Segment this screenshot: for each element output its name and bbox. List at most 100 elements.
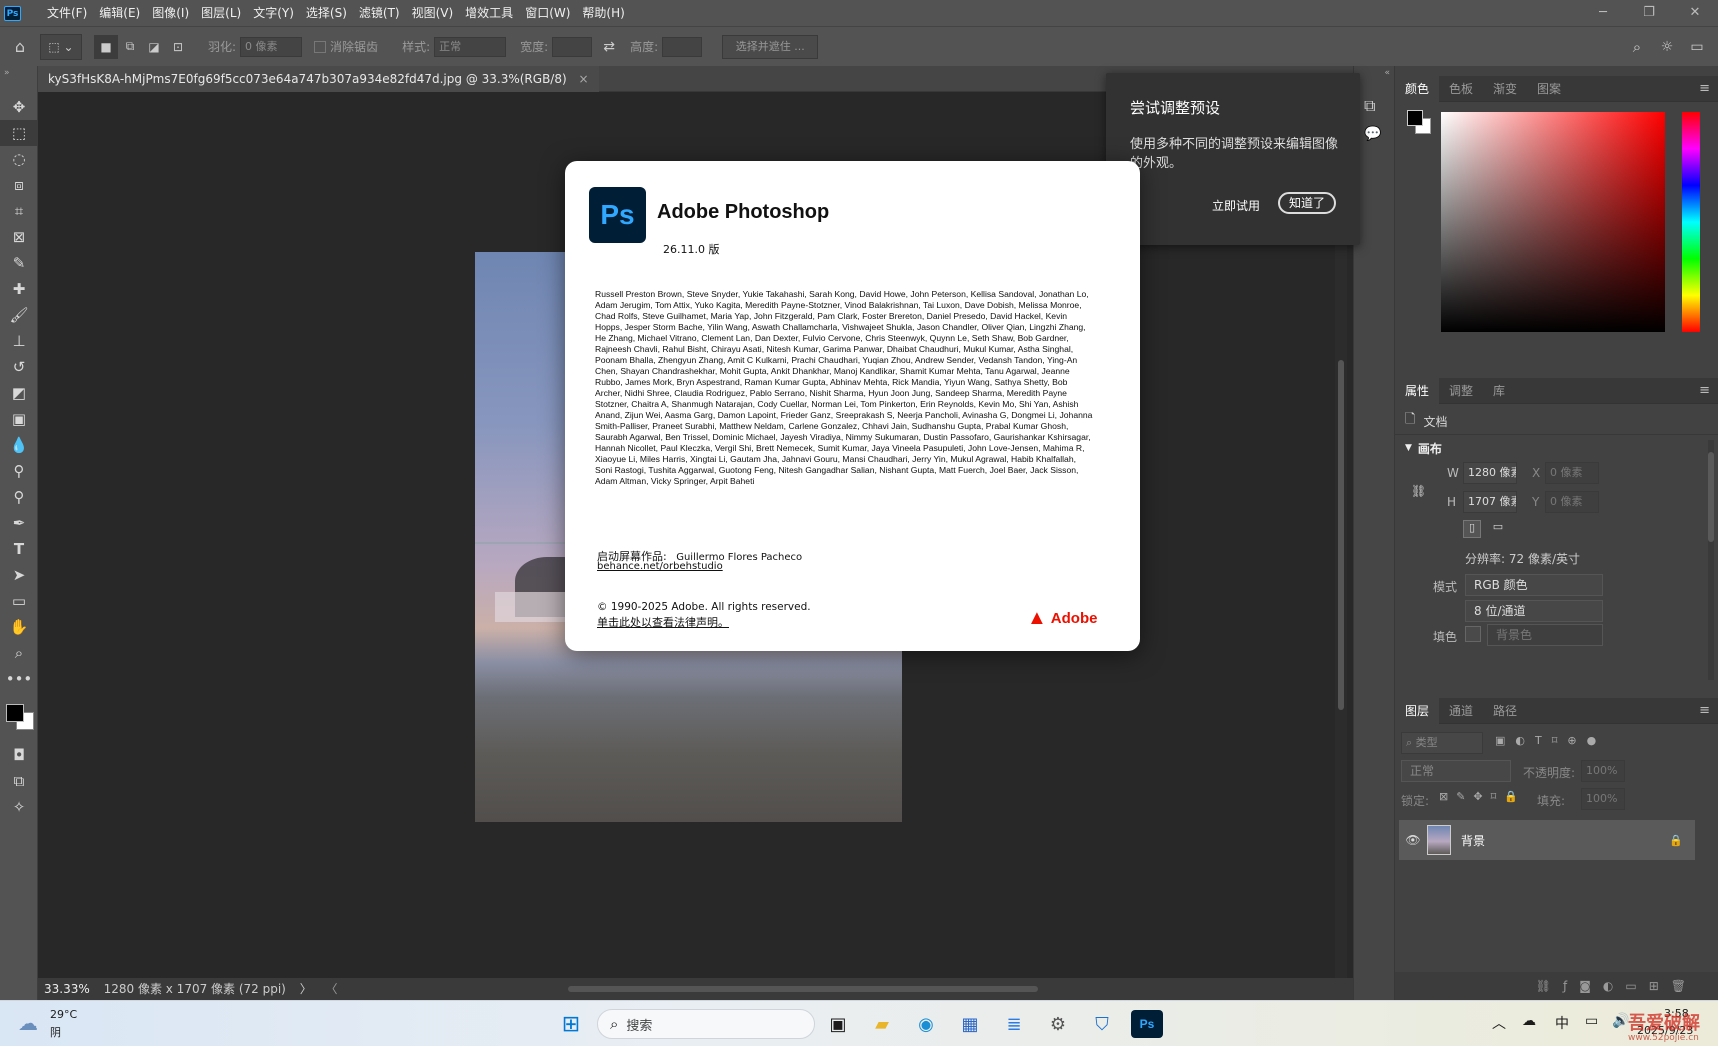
- height-input[interactable]: [662, 36, 703, 57]
- menu-plugins[interactable]: 增效工具: [459, 0, 519, 26]
- menu-window[interactable]: 窗口(W): [519, 0, 576, 26]
- healing-tool-icon[interactable]: ✚: [0, 276, 38, 302]
- marquee-preset-icon[interactable]: ⬚ ⌄: [40, 33, 82, 60]
- more-tools-icon[interactable]: •••: [0, 666, 38, 692]
- menu-view[interactable]: 视图(V): [406, 0, 460, 26]
- layers-footer-icons[interactable]: ⛓ƒ◙◐▭⊞🗑: [1395, 972, 1718, 1000]
- tab-color[interactable]: 颜色: [1395, 75, 1440, 102]
- canvas-x-input[interactable]: 0 像素: [1545, 462, 1599, 484]
- menu-image[interactable]: 图像(I): [146, 0, 195, 26]
- search-icon[interactable]: ⌕: [1626, 38, 1648, 56]
- tab-properties[interactable]: 属性: [1395, 377, 1440, 404]
- menu-help[interactable]: 帮助(H): [576, 0, 630, 26]
- portrait-icon[interactable]: ▯: [1463, 520, 1481, 538]
- chevron-down-icon[interactable]: ▼: [1405, 440, 1412, 457]
- panel-menu-icon[interactable]: ≡: [1699, 81, 1710, 96]
- tray-chevron-icon[interactable]: ︿: [1492, 1013, 1506, 1033]
- layer-row[interactable]: 👁 背景 🔒: [1399, 820, 1695, 860]
- menu-file[interactable]: 文件(F): [41, 0, 93, 26]
- hue-slider[interactable]: [1682, 112, 1700, 332]
- discover-icon[interactable]: ☼: [1656, 38, 1678, 56]
- menu-type[interactable]: 文字(Y): [247, 0, 300, 26]
- frame-tool-icon[interactable]: ⊠: [0, 224, 38, 250]
- blur-tool-icon[interactable]: 💧: [0, 432, 38, 458]
- tab-swatches[interactable]: 色板: [1439, 76, 1483, 102]
- gradient-tool-icon[interactable]: ▣: [0, 406, 38, 432]
- generative-icon[interactable]: ✧: [0, 794, 38, 820]
- adjustments-preset-icon[interactable]: ⧉: [1364, 96, 1394, 116]
- history-brush-tool-icon[interactable]: ↺: [0, 354, 38, 380]
- select-and-mask-button[interactable]: 选择并遮住 ...: [722, 34, 819, 59]
- weather-temp[interactable]: 29°C: [50, 1008, 77, 1021]
- tab-libraries[interactable]: 库: [1483, 378, 1515, 404]
- home-icon[interactable]: ⌂: [0, 37, 40, 56]
- menu-edit[interactable]: 编辑(E): [93, 0, 146, 26]
- fill-swatch[interactable]: [1465, 626, 1481, 642]
- weather-desc[interactable]: 阴: [50, 1024, 61, 1040]
- lasso-tool-icon[interactable]: ◌: [0, 146, 38, 172]
- workspace-icon[interactable]: ▭: [1686, 38, 1708, 56]
- link-icon[interactable]: ⛓: [1411, 484, 1426, 498]
- tab-patterns[interactable]: 图案: [1527, 76, 1571, 102]
- weather-cloud-icon[interactable]: ☁: [18, 1011, 38, 1035]
- intersect-selection-icon[interactable]: ⊡: [166, 40, 190, 54]
- zoom-level[interactable]: 33.33%: [44, 982, 90, 996]
- tab-channels[interactable]: 通道: [1439, 698, 1483, 724]
- microsoft-store-icon[interactable]: ▦: [955, 1010, 985, 1038]
- menu-select[interactable]: 选择(S): [300, 0, 353, 26]
- security-shield-icon[interactable]: ⛉: [1087, 1010, 1117, 1038]
- document-tab[interactable]: kyS3fHsK8A-hMjPms7E0fg69f5cc073e64a747b3…: [38, 66, 599, 92]
- antialias-checkbox[interactable]: [314, 40, 327, 53]
- object-select-tool-icon[interactable]: ⧈: [0, 172, 38, 198]
- add-selection-icon[interactable]: ⧉: [118, 39, 142, 54]
- foreground-color-swatch[interactable]: [1407, 110, 1423, 126]
- volume-icon[interactable]: 🔊: [1612, 1013, 1629, 1029]
- canvas-y-input[interactable]: 0 像素: [1545, 491, 1599, 513]
- comments-icon[interactable]: 💬: [1364, 126, 1394, 142]
- menu-layer[interactable]: 图层(L): [195, 0, 247, 26]
- subtract-selection-icon[interactable]: ◪: [142, 40, 166, 54]
- rectangle-tool-icon[interactable]: ▭: [0, 588, 38, 614]
- fill-opacity-input[interactable]: 100%: [1581, 788, 1625, 810]
- lock-icons[interactable]: ⊠✎✥⌑🔒: [1439, 790, 1526, 803]
- tab-gradients[interactable]: 渐变: [1483, 76, 1527, 102]
- zoom-detail-icon[interactable]: ⚲: [0, 484, 38, 510]
- quick-mask-icon[interactable]: ◘: [0, 742, 38, 768]
- got-it-button[interactable]: 知道了: [1278, 192, 1336, 214]
- path-select-tool-icon[interactable]: ➤: [0, 562, 38, 588]
- settings-gear-icon[interactable]: ⚙: [1043, 1010, 1073, 1038]
- legal-notice-link[interactable]: 单击此处以查看法律声明。: [597, 614, 729, 630]
- network-icon[interactable]: ▭: [1585, 1013, 1598, 1029]
- marquee-tool-icon[interactable]: ⬚: [0, 120, 38, 146]
- eraser-tool-icon[interactable]: ◩: [0, 380, 38, 406]
- collapse-panels-icon[interactable]: «: [1354, 66, 1394, 80]
- canvas-height-input[interactable]: 1707 像素: [1463, 491, 1517, 513]
- style-select[interactable]: 正常: [434, 36, 507, 57]
- taskbar-search[interactable]: ⌕ 搜索: [597, 1009, 815, 1039]
- type-tool-icon[interactable]: T: [0, 536, 38, 562]
- hand-tool-icon[interactable]: ✋: [0, 614, 38, 640]
- taskbar-photoshop-icon[interactable]: Ps: [1131, 1010, 1163, 1038]
- properties-scrollbar[interactable]: [1708, 440, 1714, 680]
- zoom-tool-icon[interactable]: ⌕: [0, 640, 38, 666]
- layer-filter-icons[interactable]: ▣◐T⌑⊕●: [1495, 734, 1606, 747]
- fill-select[interactable]: 背景色: [1487, 624, 1603, 646]
- crop-tool-icon[interactable]: ⌗: [0, 198, 38, 224]
- file-explorer-icon[interactable]: ▰: [867, 1010, 897, 1038]
- stamp-tool-icon[interactable]: ⊥: [0, 328, 38, 354]
- bit-depth-select[interactable]: 8 位/通道: [1465, 600, 1603, 622]
- minimize-icon[interactable]: ─: [1580, 0, 1626, 26]
- panel-menu-icon[interactable]: ≡: [1699, 383, 1710, 398]
- ime-indicator[interactable]: 中: [1555, 1013, 1569, 1033]
- close-window-icon[interactable]: ✕: [1672, 0, 1718, 26]
- onedrive-offline-icon[interactable]: ☁: [1522, 1013, 1536, 1029]
- landscape-icon[interactable]: ▭: [1489, 520, 1507, 538]
- color-field[interactable]: [1441, 112, 1665, 332]
- width-input[interactable]: [552, 36, 593, 57]
- canvas-width-input[interactable]: 1280 像素: [1463, 462, 1517, 484]
- splash-link[interactable]: behance.net/orbehstudio: [597, 561, 723, 572]
- vertical-scrollbar[interactable]: [1335, 240, 1347, 980]
- try-now-button[interactable]: 立即试用: [1212, 197, 1260, 214]
- color-swatches[interactable]: [0, 692, 37, 742]
- task-view-icon[interactable]: ▣: [823, 1010, 853, 1038]
